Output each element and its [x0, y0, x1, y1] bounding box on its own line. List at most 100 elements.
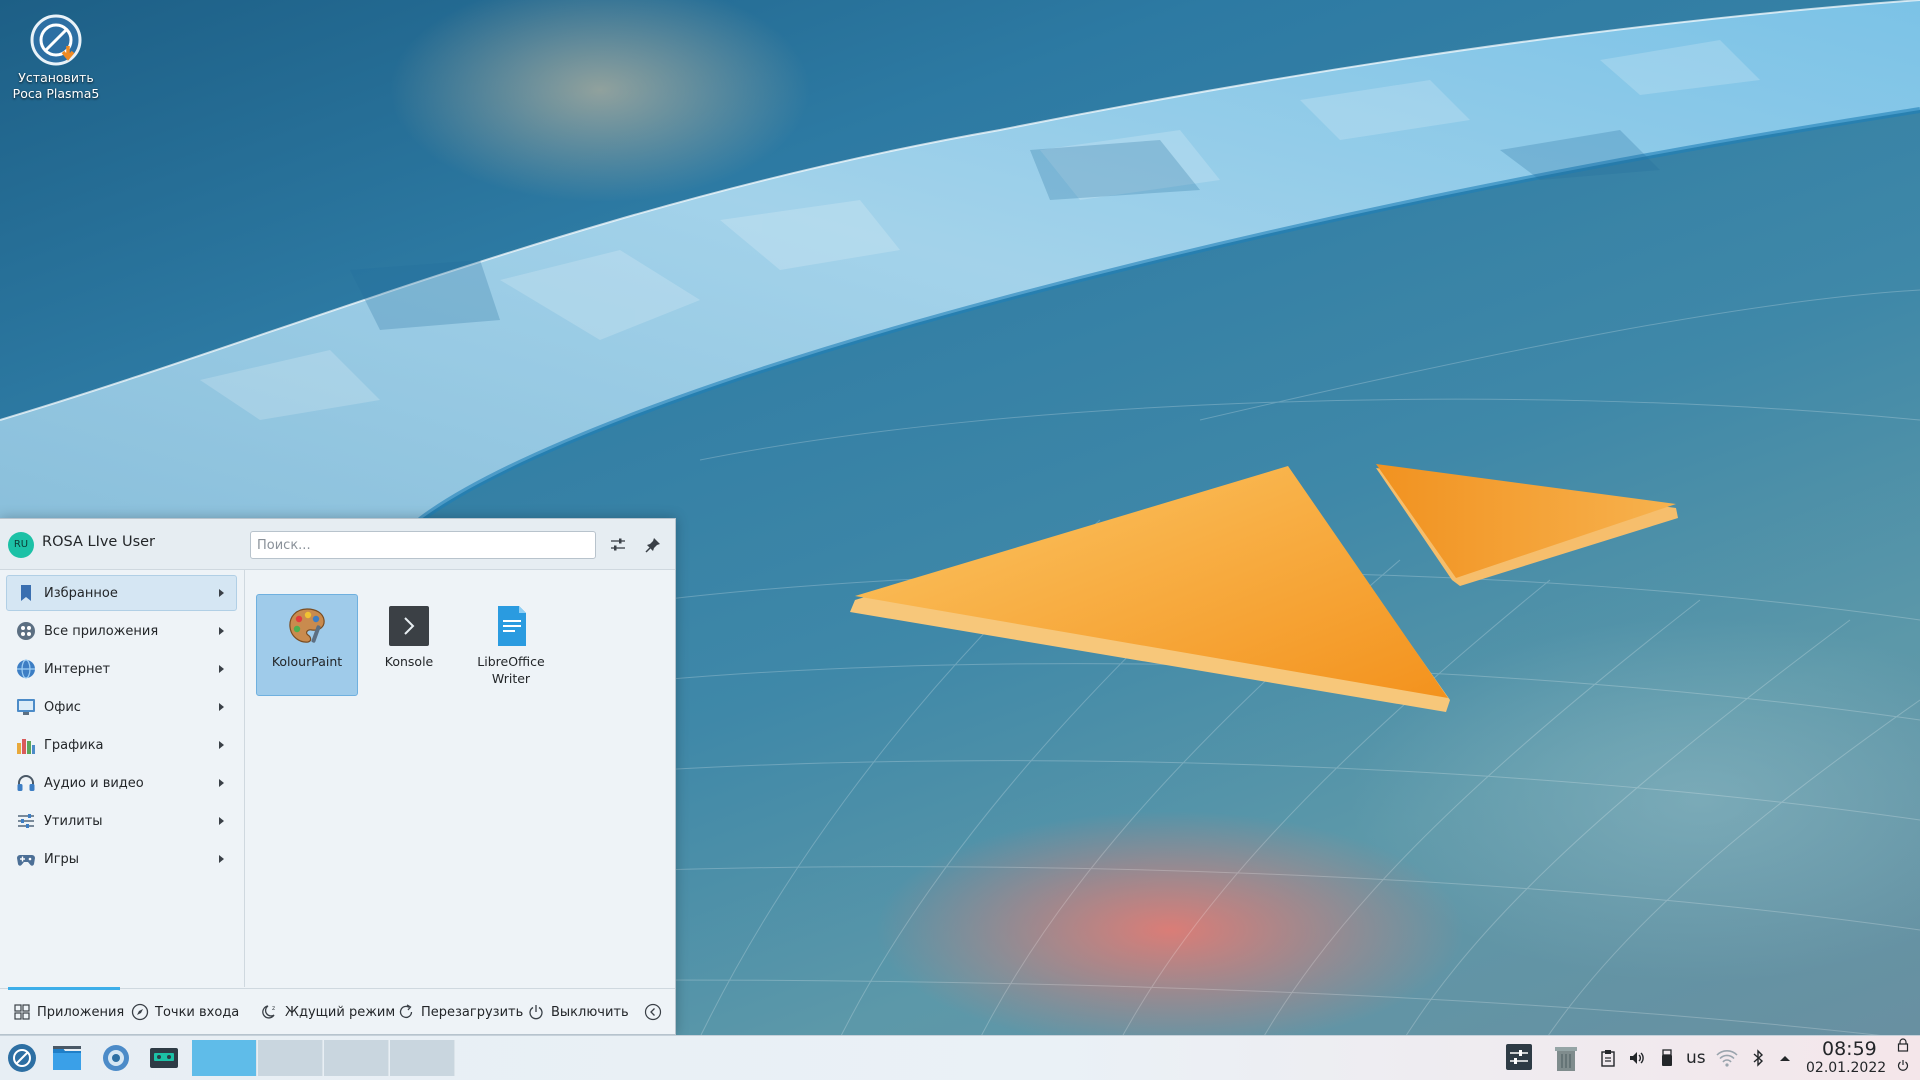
category-label: Утилиты — [44, 813, 103, 829]
app-kolourpaint[interactable]: KolourPaint — [256, 594, 358, 696]
pin-button[interactable] — [640, 532, 666, 558]
network-button[interactable] — [1716, 1047, 1738, 1069]
audio-mixer-button[interactable] — [1505, 1043, 1533, 1071]
wifi-icon — [1716, 1050, 1738, 1067]
launcher-header: RU ROSA LIve User — [0, 519, 675, 570]
username: ROSA LIve User — [42, 534, 156, 550]
app-label: Konsole — [384, 654, 434, 669]
app-label-line1: LibreOffice — [477, 654, 545, 669]
desktop-pager-1[interactable] — [192, 1040, 257, 1076]
category-label: Игры — [44, 851, 80, 867]
graphics-icon — [16, 735, 36, 755]
file-manager-button[interactable] — [51, 1042, 83, 1074]
launcher-button[interactable] — [6, 1042, 38, 1074]
chevron-right-icon — [219, 855, 224, 863]
apps-icon — [16, 621, 36, 641]
bluetooth-icon — [1753, 1049, 1764, 1067]
volume-button[interactable] — [1626, 1047, 1648, 1069]
tab-places-label: Точки входа — [155, 1004, 240, 1020]
cassette-icon — [150, 1048, 178, 1068]
category-label: Офис — [44, 699, 81, 715]
category-label: Аудио и видео — [44, 775, 144, 791]
desktop-pager-4[interactable] — [390, 1040, 455, 1076]
restart-label: Перезагрузить — [421, 1004, 524, 1020]
chevron-right-icon — [219, 589, 224, 597]
desktop-pager-3[interactable] — [324, 1040, 389, 1076]
lock-screen-button[interactable] — [1896, 1038, 1910, 1052]
trash-button[interactable] — [1553, 1044, 1579, 1072]
category-favorites[interactable]: Избранное — [6, 575, 237, 611]
leave-button[interactable] — [1896, 1058, 1910, 1072]
gamepad-icon — [16, 849, 36, 869]
chevron-right-icon — [219, 741, 224, 749]
tab-applications[interactable]: Приложения — [13, 1001, 124, 1023]
active-tab-indicator — [8, 987, 120, 990]
sleep-label: Ждущий режим — [285, 1004, 396, 1020]
usb-drive-icon — [1662, 1049, 1672, 1066]
browser-icon — [103, 1045, 129, 1071]
power-icon — [527, 1003, 545, 1021]
removable-devices-button[interactable] — [1656, 1047, 1678, 1069]
keyboard-layout[interactable]: us — [1686, 1048, 1706, 1068]
chevron-right-icon — [219, 627, 224, 635]
category-all-apps[interactable]: Все приложения — [6, 613, 237, 649]
app-label-line2: Writer — [491, 671, 531, 686]
utilities-icon — [16, 811, 36, 831]
terminal-icon — [388, 605, 430, 647]
shutdown-label: Выключить — [551, 1004, 629, 1020]
sleep-icon: z — [261, 1003, 279, 1021]
volume-icon — [1630, 1052, 1644, 1064]
tray-expand-button[interactable] — [1774, 1047, 1796, 1069]
search-input[interactable] — [250, 531, 596, 559]
category-label: Избранное — [44, 585, 118, 601]
category-utilities[interactable]: Утилиты — [6, 803, 237, 839]
chevron-left-icon — [644, 1003, 662, 1021]
avatar[interactable]: RU — [8, 532, 34, 558]
trash-icon — [1555, 1047, 1577, 1071]
chevron-right-icon — [219, 779, 224, 787]
favorites-grid: KolourPaint Konsole LibreOffice Writer — [245, 569, 675, 987]
app-konsole[interactable]: Konsole — [358, 594, 460, 696]
clipboard-button[interactable] — [1597, 1047, 1619, 1069]
restart-button[interactable]: Перезагрузить — [397, 1001, 523, 1023]
folder-icon — [53, 1046, 81, 1070]
chevron-up-icon — [1780, 1056, 1790, 1061]
rosa-installer-icon — [30, 14, 82, 66]
browser-button[interactable] — [100, 1042, 132, 1074]
sleep-button[interactable]: z Ждущий режим — [261, 1001, 395, 1023]
app-libreoffice-writer[interactable]: LibreOffice Writer — [460, 594, 562, 696]
compass-icon — [131, 1003, 149, 1021]
globe-icon — [16, 659, 36, 679]
bookmark-icon — [16, 583, 36, 603]
rosa-logo-icon — [8, 1044, 36, 1072]
collapse-button[interactable] — [644, 1001, 668, 1023]
app-label: KolourPaint — [271, 654, 343, 669]
clipboard-icon — [1601, 1050, 1615, 1067]
shutdown-button[interactable]: Выключить — [527, 1001, 629, 1023]
desktop-pager-2[interactable] — [258, 1040, 323, 1076]
clock-date[interactable]: 02.01.2022 — [1806, 1060, 1886, 1076]
tab-places[interactable]: Точки входа — [131, 1001, 239, 1023]
writer-icon — [490, 605, 532, 647]
bluetooth-button[interactable] — [1747, 1047, 1769, 1069]
desktop-icon-label-line1: Установить — [18, 70, 94, 85]
category-internet[interactable]: Интернет — [6, 651, 237, 687]
chevron-right-icon — [219, 665, 224, 673]
clock-time[interactable]: 08:59 — [1822, 1038, 1877, 1060]
grid-icon — [13, 1003, 31, 1021]
install-rosa-desktop-icon[interactable]: Установить Роса Plasma5 — [8, 14, 104, 102]
sliders-icon — [611, 538, 625, 551]
category-office[interactable]: Офис — [6, 689, 237, 725]
office-icon — [16, 697, 36, 717]
restart-icon — [397, 1003, 415, 1021]
media-player-button[interactable] — [148, 1042, 180, 1074]
taskbar: us 08:59 02.01.2022 — [0, 1035, 1920, 1080]
chevron-right-icon — [219, 703, 224, 711]
configure-button[interactable] — [605, 532, 631, 558]
category-graphics[interactable]: Графика — [6, 727, 237, 763]
mixer-icon — [1506, 1044, 1532, 1070]
category-audio-video[interactable]: Аудио и видео — [6, 765, 237, 801]
launcher-footer: Приложения Точки входа z Ждущий режим Пе… — [0, 987, 675, 1034]
application-launcher: RU ROSA LIve User Избранное — [0, 518, 676, 1035]
category-games[interactable]: Игры — [6, 841, 237, 877]
